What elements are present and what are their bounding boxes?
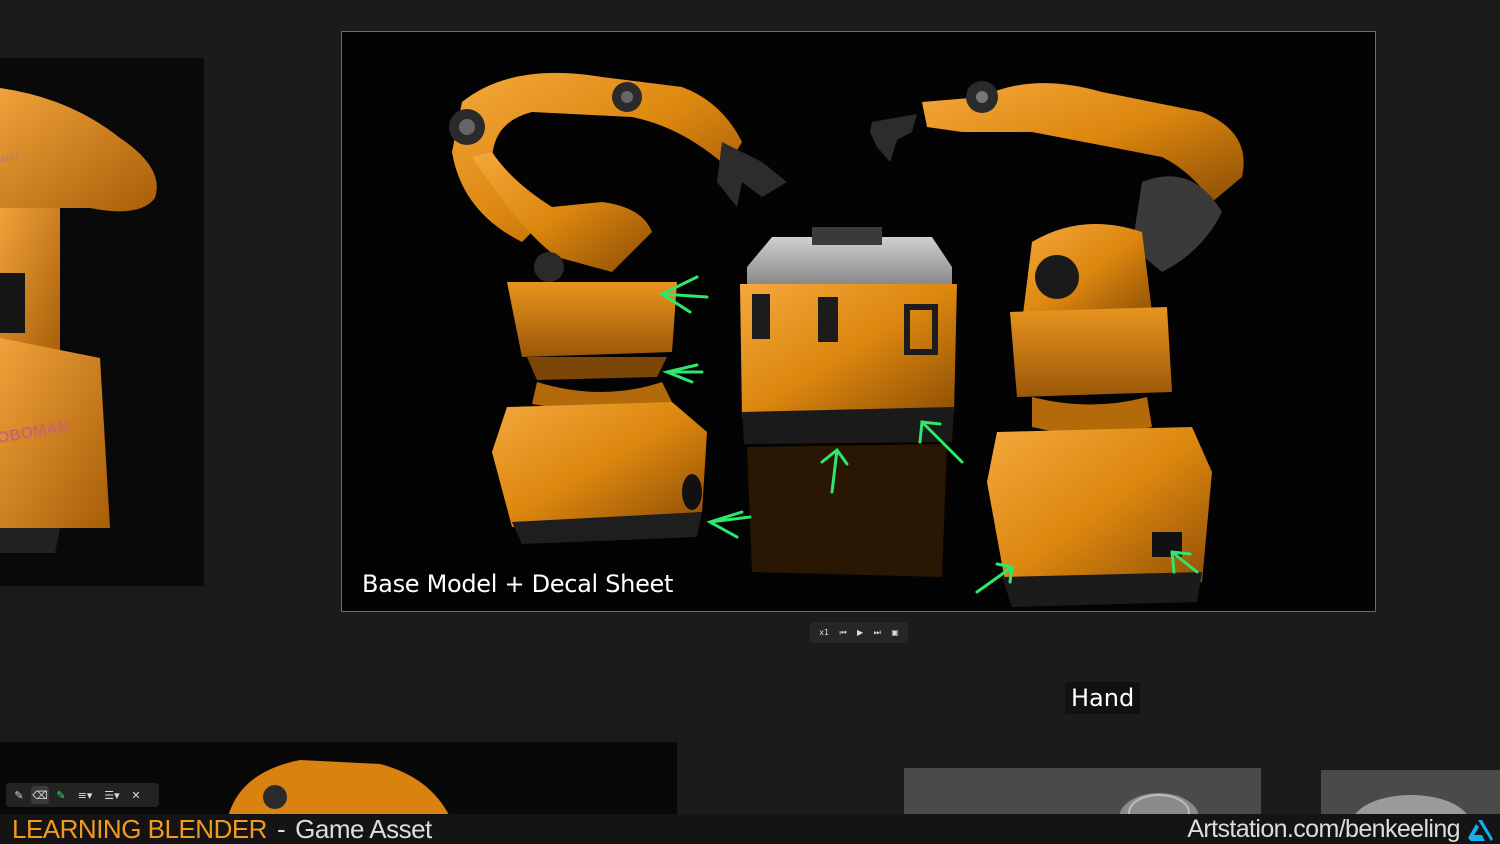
fullscreen-icon[interactable]: ▣ xyxy=(891,622,899,643)
artstation-url: Artstation.com/benkeeling xyxy=(1187,815,1460,843)
speed-button[interactable]: x1 xyxy=(819,622,829,643)
case-model xyxy=(740,227,957,577)
footer-bar: LEARNING BLENDER - Game Asset Artstation.c… xyxy=(0,814,1500,844)
layout-icon[interactable]: ☰▾ xyxy=(100,786,124,804)
skip-back-icon[interactable]: ⏮ xyxy=(839,622,846,643)
artstation-logo-icon xyxy=(1468,820,1493,841)
highlighter-icon[interactable]: ✎ xyxy=(52,786,70,804)
skip-forward-icon[interactable]: ⏭ xyxy=(874,622,881,643)
gray-model-image-2 xyxy=(1352,795,1470,818)
robot-closeup-image: OBOMAN MAN xyxy=(0,88,157,553)
brand-secondary: Game Asset xyxy=(295,814,432,844)
left-slide-thumbnail[interactable]: OBOMAN MAN xyxy=(0,58,204,586)
play-icon[interactable]: ▶ xyxy=(857,622,863,643)
eraser-icon[interactable]: ⌫ xyxy=(31,786,49,804)
slide-caption: Base Model + Decal Sheet xyxy=(362,570,674,598)
bottom-slide-thumbnail-2[interactable] xyxy=(904,768,1261,818)
main-slide[interactable]: Base Model + Decal Sheet xyxy=(341,31,1376,612)
line-weight-icon[interactable]: ≡▾ xyxy=(73,786,97,804)
gray-model-image xyxy=(1119,793,1199,818)
brand-primary: LEARNING BLENDER xyxy=(12,814,267,844)
robot-render-image xyxy=(449,72,1244,607)
bottom-slide-thumbnail-3[interactable] xyxy=(1321,770,1500,818)
hand-tooltip: Hand xyxy=(1065,682,1141,714)
left-robot-arm xyxy=(449,72,787,544)
slideshow-controls: x1 ⏮ ▶ ⏭ ▣ xyxy=(810,622,908,643)
annotation-toolbar: ✎ ⌫ ✎ ≡▾ ☰▾ ✕ xyxy=(6,783,159,807)
close-icon[interactable]: ✕ xyxy=(127,786,145,804)
footer-brand: LEARNING BLENDER - Game Asset xyxy=(12,814,432,844)
pen-icon[interactable]: ✎ xyxy=(10,786,28,804)
